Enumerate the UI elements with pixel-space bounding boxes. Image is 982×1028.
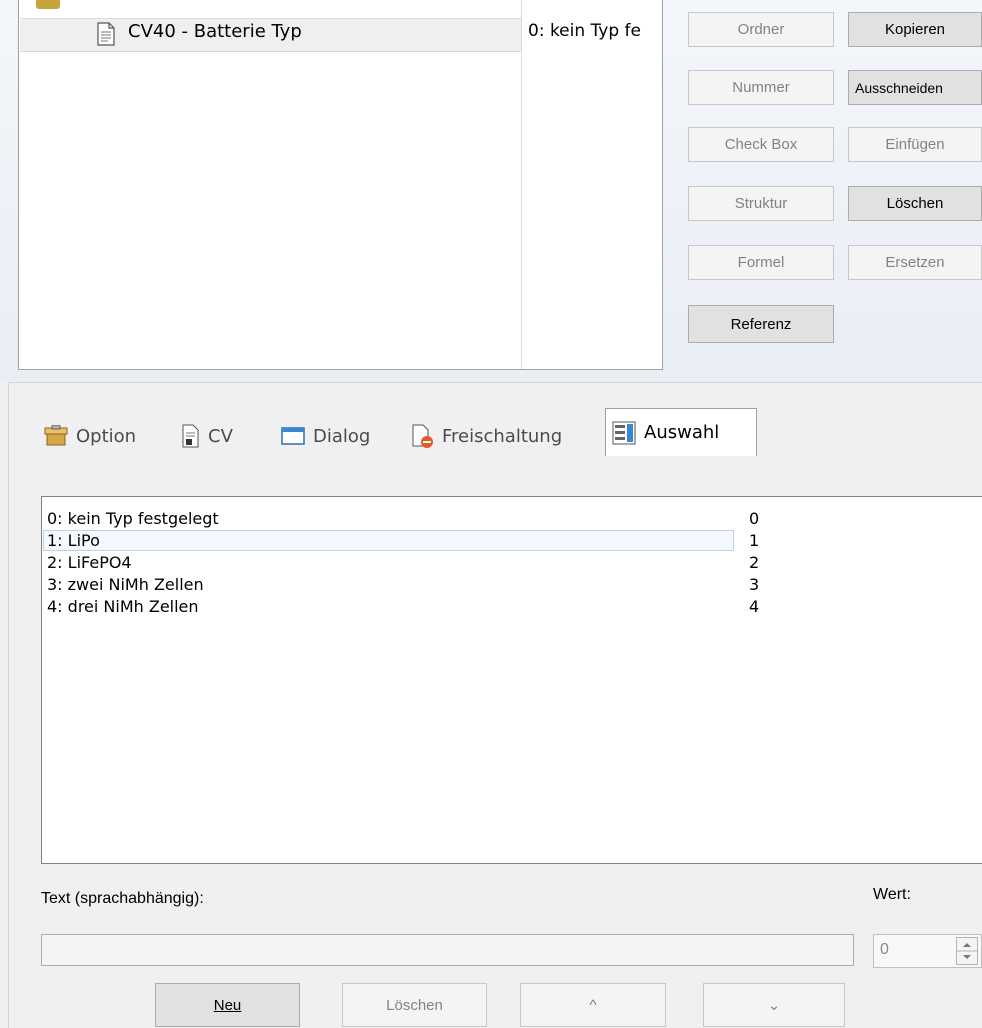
text-input[interactable] [41, 934, 854, 966]
loeschen-button[interactable]: Löschen [848, 186, 982, 221]
unlock-document-icon [410, 424, 434, 448]
list-item-value: 1 [749, 531, 760, 550]
selection-table-icon [612, 421, 636, 445]
list-item-value: 0 [749, 509, 760, 528]
nummer-button[interactable]: Nummer [688, 70, 834, 105]
formel-button[interactable]: Formel [688, 245, 834, 280]
loeschen-entry-button[interactable]: Löschen [342, 983, 487, 1027]
tree-item-value: 0: kein Typ fe [528, 21, 641, 41]
referenz-button[interactable]: Referenz [688, 305, 834, 343]
ausschneiden-button[interactable]: Ausschneiden [848, 70, 982, 105]
tab-option[interactable]: Option [44, 419, 136, 453]
list-item[interactable]: 4: drei NiMh Zellen [47, 596, 199, 617]
list-item-selected-highlight [43, 530, 734, 551]
tab-dialog[interactable]: Dialog [281, 419, 370, 453]
einfuegen-button[interactable]: Einfügen [848, 127, 982, 162]
value-spinner-text: 0 [880, 941, 889, 958]
tab-freischaltung[interactable]: Freischaltung [410, 419, 562, 453]
text-label: Text (sprachabhängig): [41, 890, 204, 907]
tab-auswahl[interactable]: Auswahl [605, 408, 757, 456]
struktur-button[interactable]: Struktur [688, 186, 834, 221]
list-item[interactable]: 0: kein Typ festgelegt [47, 508, 219, 529]
ordner-button[interactable]: Ordner [688, 12, 834, 47]
move-up-button[interactable]: ^ [520, 983, 666, 1027]
document-icon [96, 22, 116, 46]
list-item-value: 3 [749, 575, 760, 594]
list-item[interactable]: 3: zwei NiMh Zellen [47, 574, 204, 595]
selection-list[interactable] [41, 496, 982, 864]
tab-cv[interactable]: CV [180, 419, 233, 453]
cv-document-icon [180, 424, 200, 448]
list-item-value: 4 [749, 597, 760, 616]
list-item[interactable]: 2: LiFePO4 [47, 552, 132, 573]
list-item-value: 2 [749, 553, 760, 572]
value-label: Wert: [873, 886, 911, 903]
move-down-button[interactable]: ⌄ [703, 983, 845, 1027]
window-icon [281, 426, 305, 446]
kopieren-button[interactable]: Kopieren [848, 12, 982, 47]
tree-view[interactable] [18, 0, 663, 370]
folder-icon [36, 0, 60, 9]
option-icon [44, 425, 68, 447]
tree-item-label: CV40 - Batterie Typ [128, 21, 302, 42]
neu-button[interactable]: Neu [155, 983, 300, 1027]
checkbox-button[interactable]: Check Box [688, 127, 834, 162]
list-item[interactable]: 1: LiPo [47, 530, 100, 551]
ersetzen-button[interactable]: Ersetzen [848, 245, 982, 280]
tree-column-divider [521, 0, 522, 369]
spinner-arrows[interactable] [956, 937, 978, 965]
tree-item-partial [115, 0, 250, 4]
